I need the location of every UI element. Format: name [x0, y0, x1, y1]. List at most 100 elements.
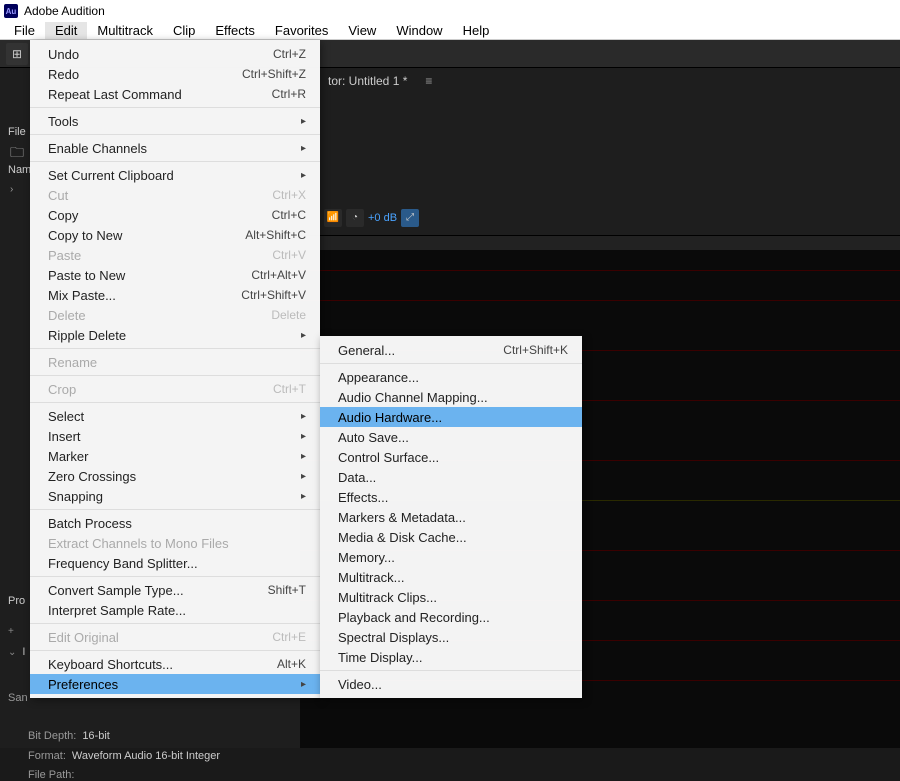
menu-item-label: Set Current Clipboard: [48, 168, 174, 183]
chevron-down-icon[interactable]: ⌄: [8, 647, 16, 658]
pref-menu-item-auto-save[interactable]: Auto Save...: [320, 427, 582, 447]
edit-menu-item-paste: PasteCtrl+V: [30, 245, 320, 265]
menu-shortcut: Shift+T: [268, 583, 306, 597]
submenu-arrow-icon: ▸: [301, 116, 306, 127]
edit-menu-item-undo[interactable]: UndoCtrl+Z: [30, 44, 320, 64]
pref-menu-item-data[interactable]: Data...: [320, 467, 582, 487]
menu-separator: [30, 161, 320, 162]
pref-menu-item-media-disk-cache[interactable]: Media & Disk Cache...: [320, 527, 582, 547]
format-row: Format: Waveform Audio 16-bit Integer: [28, 750, 220, 762]
pref-menu-item-appearance[interactable]: Appearance...: [320, 367, 582, 387]
edit-menu-item-batch-process[interactable]: Batch Process: [30, 513, 320, 533]
pref-menu-item-spectral-displays[interactable]: Spectral Displays...: [320, 627, 582, 647]
menubar-item-multitrack[interactable]: Multitrack: [87, 22, 163, 39]
edit-menu-item-select[interactable]: Select▸: [30, 406, 320, 426]
edit-menu-item-repeat-last-command[interactable]: Repeat Last CommandCtrl+R: [30, 84, 320, 104]
edit-menu-item-preferences[interactable]: Preferences▸: [30, 674, 320, 694]
menu-item-label: Spectral Displays...: [338, 630, 449, 645]
pref-menu-item-general[interactable]: General... Ctrl+Shift+K: [320, 340, 582, 360]
submenu-arrow-icon: ▸: [301, 471, 306, 482]
menu-shortcut: Ctrl+R: [272, 87, 306, 101]
menu-item-label: Copy: [48, 208, 78, 223]
menubar-item-favorites[interactable]: Favorites: [265, 22, 338, 39]
edit-menu-item-paste-to-new[interactable]: Paste to NewCtrl+Alt+V: [30, 265, 320, 285]
menubar-item-effects[interactable]: Effects: [205, 22, 265, 39]
pref-menu-item-time-display[interactable]: Time Display...: [320, 647, 582, 667]
menu-item-label: Preferences: [48, 677, 118, 692]
expand-icon[interactable]: ⤢: [401, 209, 419, 227]
menu-item-label: General...: [338, 343, 395, 358]
edit-menu-item-copy[interactable]: CopyCtrl+C: [30, 205, 320, 225]
prop-row: +: [8, 626, 14, 637]
edit-menu-item-copy-to-new[interactable]: Copy to NewAlt+Shift+C: [30, 225, 320, 245]
menu-separator: [30, 509, 320, 510]
menubar-item-clip[interactable]: Clip: [163, 22, 205, 39]
edit-menu-item-interpret-sample-rate[interactable]: Interpret Sample Rate...: [30, 600, 320, 620]
submenu-arrow-icon: ▸: [301, 330, 306, 341]
pref-menu-item-memory[interactable]: Memory...: [320, 547, 582, 567]
db-value[interactable]: +0 dB: [368, 212, 397, 224]
chevron-right-icon[interactable]: ›: [10, 184, 13, 195]
pref-menu-item-control-surface[interactable]: Control Surface...: [320, 447, 582, 467]
menubar-item-edit[interactable]: Edit: [45, 22, 87, 39]
menubar-item-file[interactable]: File: [4, 22, 45, 39]
menu-item-label: Auto Save...: [338, 430, 409, 445]
edit-menu-item-redo[interactable]: RedoCtrl+Shift+Z: [30, 64, 320, 84]
timeline-ruler[interactable]: [300, 236, 900, 250]
pref-menu-item-video[interactable]: Video...: [320, 674, 582, 694]
menu-item-label: Memory...: [338, 550, 395, 565]
menubar-item-help[interactable]: Help: [453, 22, 500, 39]
menu-bar: FileEditMultitrackClipEffectsFavoritesVi…: [0, 22, 900, 40]
pref-menu-item-effects[interactable]: Effects...: [320, 487, 582, 507]
pref-menu-item-markers-metadata[interactable]: Markers & Metadata...: [320, 507, 582, 527]
pref-menu-item-playback-and-recording[interactable]: Playback and Recording...: [320, 607, 582, 627]
edit-menu-item-snapping[interactable]: Snapping▸: [30, 486, 320, 506]
preferences-submenu: General...Ctrl+Shift+KAppearance...Audio…: [320, 336, 582, 698]
menu-separator: [320, 670, 582, 671]
pref-menu-item-multitrack-clips[interactable]: Multitrack Clips...: [320, 587, 582, 607]
pref-menu-item-multitrack[interactable]: Multitrack...: [320, 567, 582, 587]
menubar-item-window[interactable]: Window: [386, 22, 452, 39]
pref-menu-item-audio-hardware[interactable]: Audio Hardware...: [320, 407, 582, 427]
edit-menu-item-keyboard-shortcuts[interactable]: Keyboard Shortcuts...Alt+K: [30, 654, 320, 674]
editor-tab[interactable]: tor: Untitled 1 *: [320, 70, 415, 92]
app-title: Adobe Audition: [24, 4, 105, 18]
edit-menu-item-zero-crossings[interactable]: Zero Crossings▸: [30, 466, 320, 486]
app-icon: Au: [4, 4, 18, 18]
sample-rate-row: San: [8, 692, 28, 704]
menubar-item-view[interactable]: View: [338, 22, 386, 39]
pref-menu-item-audio-channel-mapping[interactable]: Audio Channel Mapping...: [320, 387, 582, 407]
plus-icon[interactable]: +: [8, 626, 14, 637]
edit-menu-item-mix-paste[interactable]: Mix Paste...Ctrl+Shift+V: [30, 285, 320, 305]
tab-menu-icon[interactable]: ≡: [425, 74, 432, 88]
menu-item-label: Multitrack...: [338, 570, 404, 585]
menu-shortcut: Alt+Shift+C: [245, 228, 306, 242]
edit-menu-item-tools[interactable]: Tools▸: [30, 111, 320, 131]
edit-menu-item-convert-sample-type[interactable]: Convert Sample Type...Shift+T: [30, 580, 320, 600]
waveform-tool-icon[interactable]: ⊞: [6, 43, 28, 65]
edit-menu-item-marker[interactable]: Marker▸: [30, 446, 320, 466]
edit-menu: UndoCtrl+ZRedoCtrl+Shift+ZRepeat Last Co…: [30, 40, 320, 698]
menu-item-label: Playback and Recording...: [338, 610, 490, 625]
menu-shortcut: Ctrl+Shift+K: [503, 343, 568, 357]
meter-icon[interactable]: 📶: [324, 209, 342, 227]
menu-separator: [30, 402, 320, 403]
menu-shortcut: Ctrl+Alt+V: [251, 268, 306, 282]
edit-menu-item-set-current-clipboard[interactable]: Set Current Clipboard▸: [30, 165, 320, 185]
filepath-row: File Path:: [28, 769, 74, 781]
menu-item-label: Rename: [48, 355, 97, 370]
menu-item-label: Interpret Sample Rate...: [48, 603, 186, 618]
menu-item-label: Data...: [338, 470, 376, 485]
menu-separator: [30, 134, 320, 135]
edit-menu-item-ripple-delete[interactable]: Ripple Delete▸: [30, 325, 320, 345]
edit-menu-item-insert[interactable]: Insert▸: [30, 426, 320, 446]
edit-menu-item-enable-channels[interactable]: Enable Channels▸: [30, 138, 320, 158]
files-panel-label: File: [8, 126, 26, 138]
clock-icon[interactable]: ◔: [346, 209, 364, 227]
edit-menu-item-frequency-band-splitter[interactable]: Frequency Band Splitter...: [30, 553, 320, 573]
folder-icon[interactable]: 🗀: [10, 142, 24, 166]
bitdepth-key: Bit Depth:: [28, 730, 76, 742]
menu-shortcut: Ctrl+X: [272, 188, 306, 202]
menu-shortcut: Ctrl+Shift+V: [241, 288, 306, 302]
menu-shortcut: Delete: [271, 308, 306, 322]
